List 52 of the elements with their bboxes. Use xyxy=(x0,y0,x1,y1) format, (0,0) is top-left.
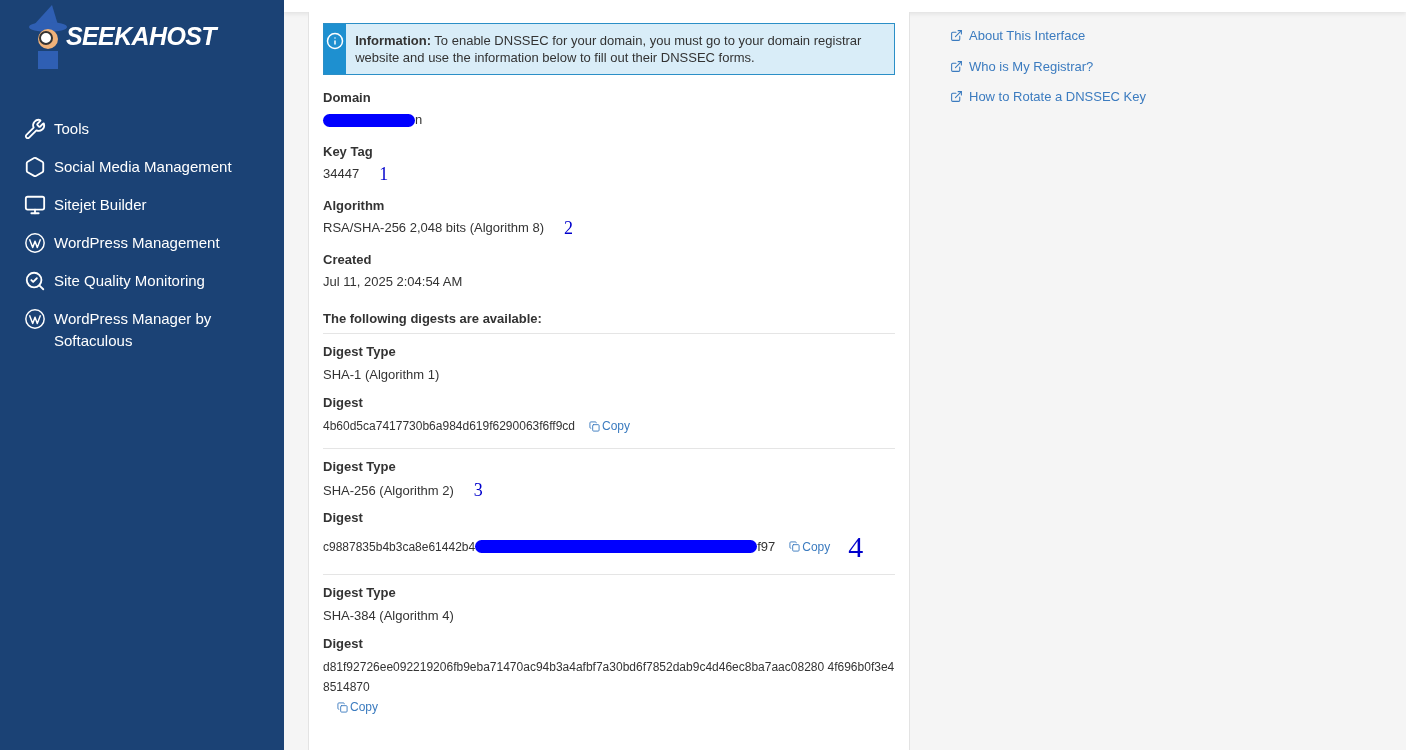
digest-value: 4b60d5ca7417730b6a984d619f6290063f6ff9cd xyxy=(323,418,576,435)
digest-label: Digest xyxy=(323,634,364,653)
digest-type-label: Digest Type xyxy=(323,583,397,602)
field-label: Created xyxy=(323,251,373,269)
external-link-icon xyxy=(950,29,963,43)
sidebar-item[interactable]: Site Quality Monitoring xyxy=(0,262,284,300)
field-value: Jul 11, 2025 2:04:54 AM xyxy=(323,273,463,292)
field-label: Domain xyxy=(323,89,372,107)
copy-button[interactable]: Copy xyxy=(589,416,631,436)
monitor-icon xyxy=(24,194,46,216)
field-label: Key Tag xyxy=(323,143,374,161)
digest-value: d81f92726ee092219206fb9eba71470ac94b3a4afbf7a30bd6f7852dab9c4d46ec8ba7aac08280 4f696b0f3e48514870 xyxy=(323,659,895,696)
copy-button[interactable]: Copy xyxy=(337,697,378,717)
field-value: n xyxy=(415,111,423,130)
digest-label: Digest xyxy=(323,509,364,527)
hexagon-icon xyxy=(24,156,46,178)
digest-type-value: SHA-256 (Algorithm 2) xyxy=(323,481,454,500)
help-link[interactable]: About This Interface xyxy=(950,26,1147,46)
sidebar-item[interactable]: WordPress Management xyxy=(0,224,284,262)
annotation-number: 1 xyxy=(379,165,389,183)
digest-value: c9887835b4b3ca8e61442b4 xyxy=(323,538,476,556)
annotation-number: 3 xyxy=(473,481,483,500)
annotation-number: 4 xyxy=(848,531,864,562)
sidebar-item[interactable]: Social Media Management xyxy=(0,148,284,186)
digest-type-label: Digest Type xyxy=(323,342,397,361)
digest-value: f97 xyxy=(757,537,776,556)
info-icon xyxy=(326,32,345,50)
wordpress-icon xyxy=(24,308,46,330)
digests-heading: The following digests are available: xyxy=(323,309,895,334)
field-value: RSA/SHA-256 2,048 bits (Algorithm 8) xyxy=(323,219,545,238)
copy-icon xyxy=(337,701,348,713)
sidebar-item[interactable]: Sitejet Builder xyxy=(0,186,284,224)
external-link-icon xyxy=(950,59,963,73)
digest-type-label: Digest Type xyxy=(323,458,397,476)
info-message: Information: To enable DNSSEC for your domain, you must go to your domain registrar website and use the information below to fill out their DNSSEC forms. xyxy=(354,32,863,67)
field-label: Algorithm xyxy=(323,197,386,215)
copy-icon xyxy=(589,420,601,432)
field-value: 34447 xyxy=(323,165,360,184)
digest-label: Digest xyxy=(323,393,364,412)
wordpress-icon xyxy=(24,232,46,254)
digest-type-value: SHA-1 (Algorithm 1) xyxy=(323,366,440,384)
external-link-icon xyxy=(950,90,963,104)
sidebar-item[interactable]: Tools xyxy=(0,110,284,148)
help-link[interactable]: How to Rotate a DNSSEC Key xyxy=(950,87,1147,107)
search-check-icon xyxy=(24,270,46,292)
copy-button[interactable]: Copy xyxy=(789,536,831,557)
copy-icon xyxy=(789,541,801,552)
help-link[interactable]: Who is My Registrar? xyxy=(950,56,1147,76)
tools-icon xyxy=(24,118,46,140)
annotation-number: 2 xyxy=(564,219,574,237)
sidebar-item[interactable]: WordPress Manager by Softaculous xyxy=(0,300,284,360)
digest-type-value: SHA-384 (Algorithm 4) xyxy=(323,607,454,625)
